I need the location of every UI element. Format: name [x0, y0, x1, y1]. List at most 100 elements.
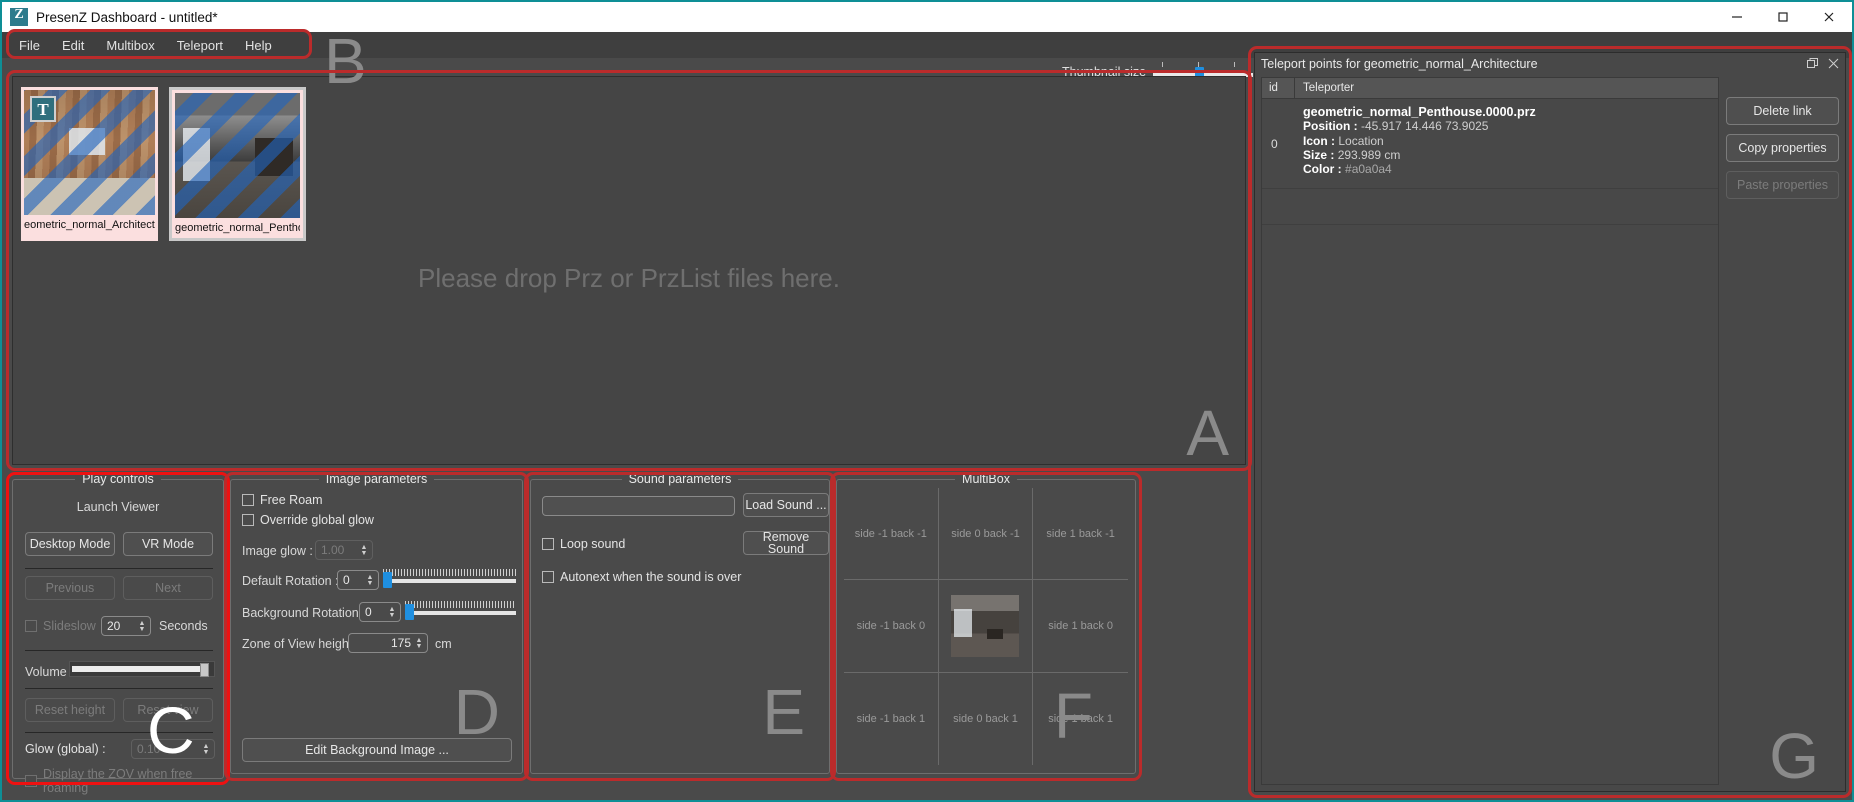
- menu-item-multibox[interactable]: Multibox: [95, 35, 165, 56]
- image-parameters-panel: Image parameters Free Roam Override glob…: [230, 472, 523, 774]
- close-icon[interactable]: [1828, 57, 1839, 72]
- glow-global-label: Glow (global) :: [25, 742, 106, 756]
- row-details: geometric_normal_Penthouse.0000.prz Posi…: [1295, 99, 1718, 188]
- menu-item-edit[interactable]: Edit: [51, 35, 95, 56]
- divider: [25, 688, 213, 689]
- teleport-badge-icon: T: [30, 96, 56, 122]
- delete-link-button[interactable]: Delete link: [1726, 97, 1839, 125]
- column-header-teleporter[interactable]: Teleporter: [1295, 78, 1718, 98]
- maximize-icon[interactable]: [1760, 2, 1806, 32]
- sound-path-input[interactable]: [542, 496, 735, 516]
- volume-slider[interactable]: [69, 661, 215, 677]
- default-rotation-stepper[interactable]: 0 ▲ ▼: [337, 570, 379, 590]
- display-zov-checkbox[interactable]: Display the ZOV when free roaming: [25, 767, 223, 795]
- multibox-cell-label: side 1 back -1: [1046, 527, 1115, 540]
- thumbnail-image: T: [24, 90, 155, 215]
- annotation-letter-e: E: [762, 676, 805, 748]
- override-global-glow-checkbox[interactable]: Override global glow: [242, 513, 374, 527]
- list-item[interactable]: geometric_normal_Penthouse: [169, 87, 306, 241]
- row-icon: Icon : Location: [1303, 134, 1718, 148]
- position-label: Position :: [1303, 119, 1358, 134]
- multibox-cell-active[interactable]: [938, 580, 1034, 673]
- color-value: #a0a0a4: [1345, 162, 1392, 177]
- table-row[interactable]: 0 geometric_normal_Penthouse.0000.prz Po…: [1262, 99, 1718, 189]
- table-empty-row: [1262, 189, 1718, 225]
- annotation-letter-d: D: [453, 676, 500, 748]
- multibox-cell-thumbnail: [951, 594, 1020, 657]
- checkbox-box: [25, 620, 37, 632]
- background-rotation-slider[interactable]: [405, 601, 516, 621]
- default-rotation-slider[interactable]: [383, 569, 516, 589]
- slideshow-seconds-value: 20: [107, 619, 121, 633]
- copy-properties-button[interactable]: Copy properties: [1726, 134, 1839, 162]
- stepper-arrows-icon[interactable]: ▲ ▼: [137, 618, 147, 636]
- remove-sound-button[interactable]: Remove Sound: [743, 530, 829, 555]
- slideshow-checkbox[interactable]: Slideslow: [25, 619, 96, 633]
- image-glow-label: Image glow :: [242, 544, 313, 558]
- stepper-arrows-icon[interactable]: ▲ ▼: [201, 741, 211, 759]
- row-color: Color : #a0a0a4: [1303, 163, 1718, 176]
- stepper-arrows-icon[interactable]: ▲ ▼: [387, 604, 397, 622]
- play-controls-legend: Play controls: [13, 471, 223, 486]
- multibox-cell[interactable]: side -1 back -1: [844, 488, 939, 581]
- dock-actions: [1807, 57, 1839, 72]
- position-value: -45.917 14.446 73.9025: [1361, 119, 1489, 134]
- multibox-cell[interactable]: side -1 back 0: [844, 580, 939, 673]
- sound-parameters-legend: Sound parameters: [531, 471, 829, 486]
- list-item-label: geometric_normal_Penthouse: [175, 222, 300, 234]
- load-sound-button[interactable]: Load Sound ...: [743, 493, 829, 517]
- desktop-mode-button[interactable]: Desktop Mode: [25, 532, 115, 556]
- slideshow-label: Slideslow: [43, 619, 96, 633]
- thumbnail-strip: T eometric_normal_Architectur geometric_…: [21, 87, 306, 241]
- next-button[interactable]: Next: [123, 576, 213, 600]
- vr-mode-button[interactable]: VR Mode: [123, 532, 213, 556]
- image-glow-stepper[interactable]: 1.00 ▲ ▼: [315, 540, 373, 560]
- launch-viewer-label: Launch Viewer: [76, 500, 160, 514]
- window-controls: [1714, 2, 1852, 32]
- display-zov-label: Display the ZOV when free roaming: [43, 767, 193, 795]
- previous-button[interactable]: Previous: [25, 576, 115, 600]
- default-rotation-label: Default Rotation :: [242, 574, 339, 588]
- slideshow-seconds-stepper[interactable]: 20 ▲ ▼: [101, 616, 151, 636]
- row-size: Size : 293.989 cm: [1303, 148, 1718, 162]
- image-list-panel[interactable]: Please drop Prz or PrzList files here. T…: [12, 76, 1246, 469]
- stepper-arrows-icon[interactable]: ▲ ▼: [414, 635, 424, 653]
- menu-item-help[interactable]: Help: [234, 35, 283, 56]
- multibox-cell-label: side -1 back -1: [854, 527, 927, 540]
- menu-item-teleport[interactable]: Teleport: [166, 35, 234, 56]
- free-roam-checkbox[interactable]: Free Roam: [242, 493, 323, 507]
- zov-height-stepper[interactable]: 175 ▲ ▼: [348, 633, 428, 653]
- autonext-checkbox[interactable]: Autonext when the sound is over: [542, 570, 741, 584]
- volume-handle[interactable]: [200, 663, 209, 677]
- volume-fill: [72, 666, 202, 672]
- multibox-cell[interactable]: side -1 back 1: [844, 672, 939, 765]
- override-global-glow-label: Override global glow: [260, 513, 374, 527]
- loop-sound-checkbox[interactable]: Loop sound: [542, 537, 625, 551]
- multibox-cell[interactable]: side 0 back -1: [938, 488, 1034, 581]
- multibox-cell[interactable]: side 0 back 1: [939, 672, 1034, 765]
- multibox-cell[interactable]: side 1 back 0: [1033, 580, 1128, 673]
- row-id: 0: [1271, 136, 1278, 151]
- slider-track: [383, 579, 516, 583]
- multibox-cell-label: side -1 back 0: [856, 619, 926, 632]
- column-header-id[interactable]: id: [1262, 78, 1295, 98]
- background-rotation-stepper[interactable]: 0 ▲ ▼: [359, 602, 401, 622]
- multibox-panel: MultiBox side -1 back -1 side 0 back -1 …: [836, 472, 1136, 774]
- stepper-arrows-icon[interactable]: ▲ ▼: [359, 542, 369, 560]
- annotation-letter-f: F: [1053, 680, 1093, 752]
- teleport-actions: Delete link Copy properties Paste proper…: [1726, 77, 1839, 785]
- seconds-unit-label: Seconds: [159, 619, 208, 633]
- menu-item-file[interactable]: File: [8, 35, 51, 56]
- close-icon[interactable]: [1806, 2, 1852, 32]
- reset-height-button[interactable]: Reset height: [25, 698, 115, 722]
- stepper-arrows-icon[interactable]: ▲ ▼: [365, 572, 375, 590]
- slider-handle[interactable]: [383, 572, 392, 588]
- minimize-icon[interactable]: [1714, 2, 1760, 32]
- paste-properties-button[interactable]: Paste properties: [1726, 171, 1839, 199]
- multibox-cell-label: side 1 back 0: [1048, 619, 1114, 632]
- slider-handle[interactable]: [405, 604, 414, 620]
- thumbnail-image: [175, 93, 300, 218]
- multibox-cell[interactable]: side 1 back -1: [1033, 488, 1128, 581]
- list-item[interactable]: T eometric_normal_Architectur: [21, 87, 158, 241]
- float-window-icon[interactable]: [1807, 57, 1818, 72]
